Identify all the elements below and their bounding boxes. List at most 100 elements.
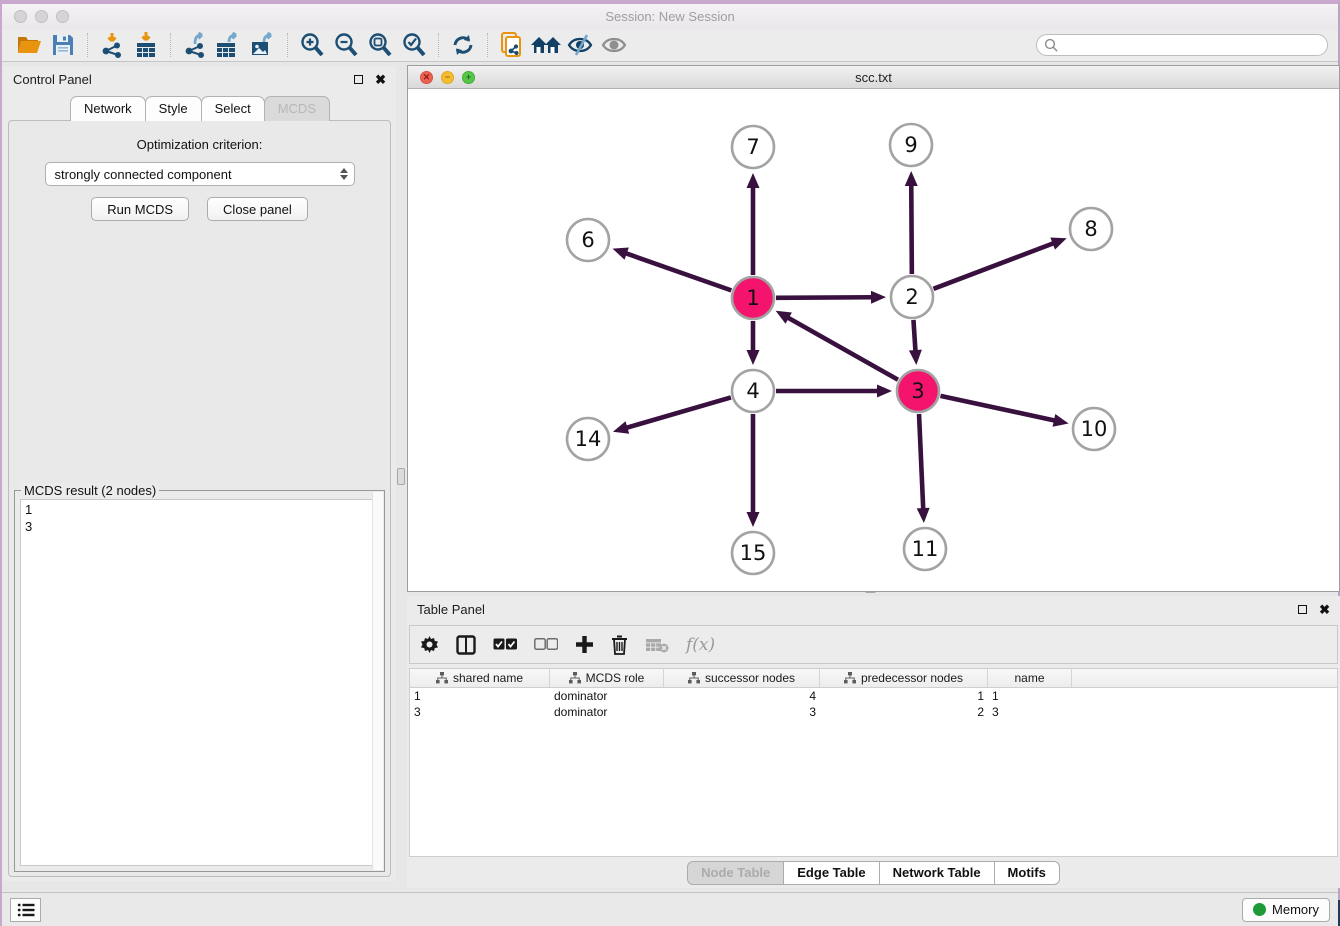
run-mcds-button[interactable]: Run MCDS — [91, 197, 189, 221]
hide-panel-eye-icon[interactable] — [563, 31, 597, 59]
result-scrollbar[interactable] — [372, 492, 383, 870]
toolbar-separator — [87, 33, 88, 57]
zoom-selected-icon[interactable] — [397, 31, 431, 59]
settings-gear-icon[interactable] — [420, 635, 439, 654]
optimization-criterion-select[interactable]: strongly connected component — [45, 162, 355, 186]
control-panel-tabs: Network Style Select MCDS — [3, 96, 396, 121]
save-session-icon[interactable] — [46, 31, 80, 59]
graph-node-label: 11 — [912, 537, 939, 561]
open-network-file-icon[interactable] — [495, 31, 529, 59]
graph-node-label: 4 — [746, 379, 759, 403]
delete-column-icon[interactable] — [611, 635, 628, 655]
open-session-icon[interactable] — [12, 31, 46, 59]
tab-node-table[interactable]: Node Table — [687, 861, 784, 885]
tab-select[interactable]: Select — [201, 96, 265, 121]
chevron-up-down-icon — [340, 168, 348, 180]
graph-arrowhead — [613, 247, 629, 259]
deselect-all-icon[interactable] — [534, 638, 558, 651]
network-canvas[interactable]: 7968124314101511 — [408, 89, 1339, 591]
graph-edge-3-10 — [940, 396, 1056, 421]
toolbar-separator — [487, 33, 488, 57]
zoom-in-icon[interactable] — [295, 31, 329, 59]
memory-button[interactable]: Memory — [1242, 898, 1330, 922]
column-header-shared-name[interactable]: shared name — [410, 669, 550, 687]
graph-node-label: 1 — [746, 286, 759, 310]
minimize-view-button[interactable]: − — [441, 71, 454, 84]
close-view-button[interactable]: ✕ — [420, 71, 433, 84]
zoom-out-icon[interactable] — [329, 31, 363, 59]
select-all-icon[interactable] — [493, 638, 517, 651]
cell-successor-nodes: 3 — [664, 705, 820, 719]
apply-layout-icon[interactable] — [446, 31, 480, 59]
main-toolbar — [2, 29, 1338, 62]
export-network-icon[interactable] — [178, 31, 212, 59]
search-icon — [1044, 38, 1059, 53]
export-table-icon[interactable] — [212, 31, 246, 59]
graph-edge-1-6 — [624, 253, 731, 291]
maximize-view-button[interactable]: + — [462, 71, 475, 84]
table-header-row: shared name MCDS role successor nodes pr… — [410, 669, 1337, 688]
tab-network[interactable]: Network — [70, 96, 146, 121]
column-header-predecessor-nodes[interactable]: predecessor nodes — [820, 669, 988, 687]
cell-shared-name: 3 — [410, 705, 550, 719]
column-header-mcds-role[interactable]: MCDS role — [550, 669, 664, 687]
column-header-successor-nodes[interactable]: successor nodes — [664, 669, 820, 687]
workspace: Control Panel ✖ Network Style Select MCD… — [2, 62, 1338, 892]
graph-node-label: 2 — [905, 285, 918, 309]
tab-style[interactable]: Style — [145, 96, 202, 121]
graph-node-label: 6 — [581, 228, 594, 252]
tab-mcds[interactable]: MCDS — [264, 96, 330, 121]
toolbar-separator — [438, 33, 439, 57]
tab-network-table[interactable]: Network Table — [880, 861, 995, 885]
search-box[interactable] — [1036, 34, 1328, 56]
list-icon — [17, 902, 35, 918]
table-row[interactable]: 1 dominator 4 1 1 — [410, 688, 1337, 704]
app-window: Session: New Session — [0, 0, 1340, 926]
optimization-criterion-label: Optimization criterion: — [137, 137, 263, 152]
graph-arrowhead — [1053, 414, 1069, 427]
table-tabs: Node Table Edge Table Network Table Moti… — [407, 857, 1340, 888]
table-row[interactable]: 3 dominator 3 2 3 — [410, 704, 1337, 720]
graph-node-label: 8 — [1084, 217, 1097, 241]
status-bar: Memory — [2, 892, 1338, 926]
cell-name: 1 — [988, 689, 1072, 703]
tree-icon — [688, 672, 700, 684]
network-window-titlebar: ✕ − + scc.txt — [408, 66, 1339, 89]
graph-node-label: 10 — [1081, 417, 1108, 441]
graph-arrowhead — [1050, 237, 1066, 249]
graph-node-label: 7 — [746, 135, 759, 159]
network-graph: 7968124314101511 — [408, 89, 1339, 591]
tab-edge-table[interactable]: Edge Table — [784, 861, 879, 885]
graph-arrowhead — [917, 508, 930, 523]
graph-arrowhead — [747, 173, 760, 188]
zoom-fit-icon[interactable] — [363, 31, 397, 59]
show-panel-eye-icon[interactable] — [597, 31, 631, 59]
table-panel-title: Table Panel — [417, 602, 485, 617]
import-table-icon[interactable] — [129, 31, 163, 59]
add-column-icon[interactable] — [575, 635, 594, 654]
vertical-splitter-handle[interactable] — [397, 468, 405, 485]
graph-node-label: 3 — [911, 379, 924, 403]
cell-predecessor-nodes: 2 — [820, 705, 988, 719]
cell-predecessor-nodes: 1 — [820, 689, 988, 703]
close-table-panel-icon[interactable]: ✖ — [1319, 603, 1330, 616]
mcds-result-text[interactable]: 1 3 — [20, 499, 379, 866]
float-panel-icon[interactable] — [354, 75, 363, 84]
graph-edge-2-3 — [913, 320, 915, 353]
tab-motifs[interactable]: Motifs — [995, 861, 1060, 885]
import-network-icon[interactable] — [95, 31, 129, 59]
column-header-name[interactable]: name — [988, 669, 1072, 687]
export-image-icon[interactable] — [246, 31, 280, 59]
graph-arrowhead — [909, 350, 922, 365]
close-panel-icon[interactable]: ✖ — [375, 73, 386, 86]
function-builder-icon: f(x) — [686, 635, 715, 655]
close-panel-button[interactable]: Close panel — [207, 197, 308, 221]
selected-option: strongly connected component — [55, 167, 232, 182]
cell-name: 3 — [988, 705, 1072, 719]
home-icon[interactable] — [529, 31, 563, 59]
task-history-button[interactable] — [10, 898, 41, 922]
search-input[interactable] — [1059, 36, 1327, 54]
float-table-panel-icon[interactable] — [1298, 605, 1307, 614]
table-panel-header: Table Panel ✖ — [407, 596, 1340, 622]
split-panel-icon[interactable] — [456, 635, 476, 655]
